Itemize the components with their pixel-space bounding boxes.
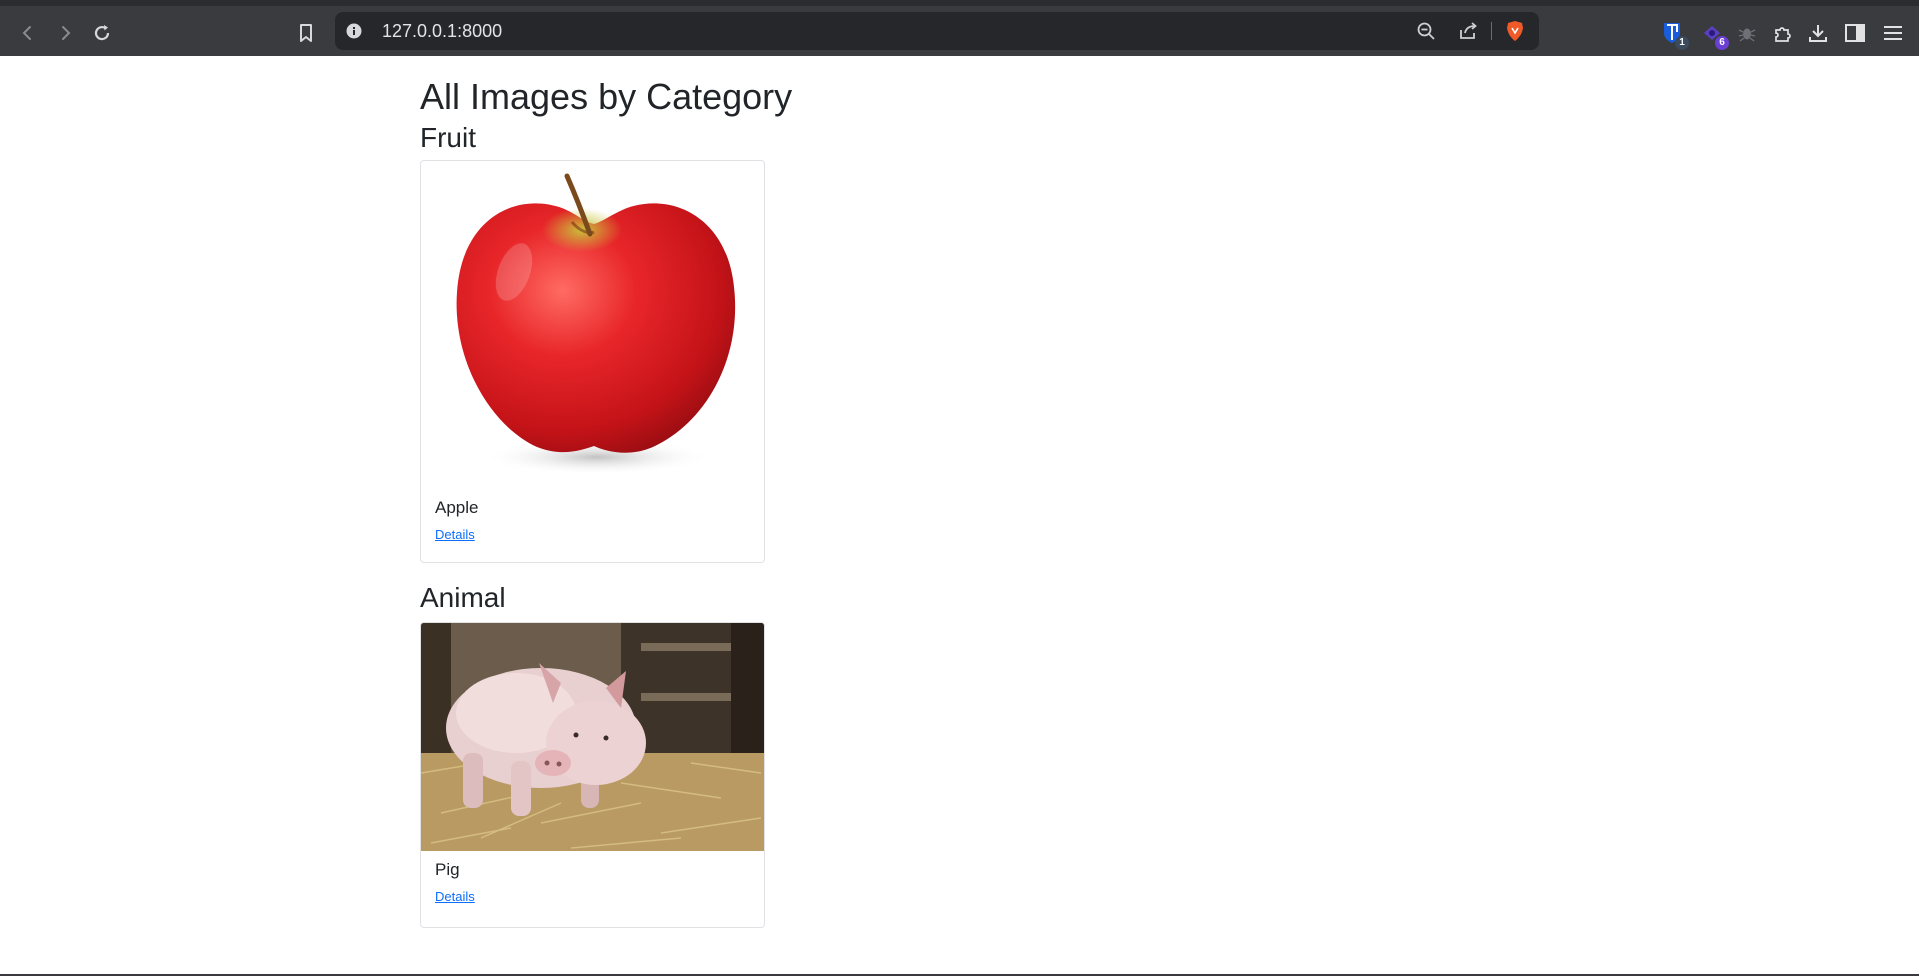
details-link[interactable]: Details	[435, 527, 475, 542]
bookmark-icon	[300, 24, 312, 42]
category-heading-animal: Animal	[420, 582, 506, 613]
sidebar-toggle-icon[interactable]	[1840, 18, 1870, 48]
forward-button[interactable]	[48, 16, 82, 50]
share-icon[interactable]	[1455, 18, 1481, 44]
image-card: Pig Details	[420, 622, 765, 928]
menu-icon[interactable]	[1878, 18, 1908, 48]
address-bar[interactable]: 127.0.0.1:8000	[335, 12, 1539, 50]
extension-badge: 1	[1675, 36, 1689, 50]
bug-extension-icon[interactable]	[1732, 18, 1762, 48]
url-separator	[1491, 22, 1492, 40]
back-button[interactable]	[11, 16, 45, 50]
pig-image[interactable]	[421, 623, 764, 851]
page-title: All Images by Category	[420, 76, 793, 117]
chevron-left-icon	[22, 26, 31, 40]
brave-shields-icon[interactable]	[1502, 18, 1528, 44]
extension-icon-purple[interactable]: 6	[1697, 18, 1729, 50]
apple-image[interactable]	[422, 162, 763, 492]
downloads-icon[interactable]	[1803, 18, 1833, 48]
extensions-puzzle-icon[interactable]	[1768, 18, 1798, 48]
chevron-right-icon	[62, 26, 71, 40]
browser-toolbar: 127.0.0.1:8000 1 6	[0, 0, 1919, 56]
site-info-icon[interactable]	[345, 22, 363, 40]
category-heading-fruit: Fruit	[420, 122, 476, 153]
reload-icon	[94, 25, 110, 41]
bookmark-button[interactable]	[289, 16, 323, 50]
details-link[interactable]: Details	[435, 889, 475, 904]
image-card: Apple Details	[420, 160, 765, 563]
card-title: Pig	[435, 860, 460, 879]
url-text[interactable]: 127.0.0.1:8000	[382, 21, 502, 42]
card-title: Apple	[435, 498, 479, 517]
bitwarden-extension-icon[interactable]: 1	[1657, 18, 1689, 50]
extension-badge: 6	[1715, 36, 1729, 50]
zoom-icon[interactable]	[1413, 18, 1439, 44]
reload-button[interactable]	[85, 16, 119, 50]
